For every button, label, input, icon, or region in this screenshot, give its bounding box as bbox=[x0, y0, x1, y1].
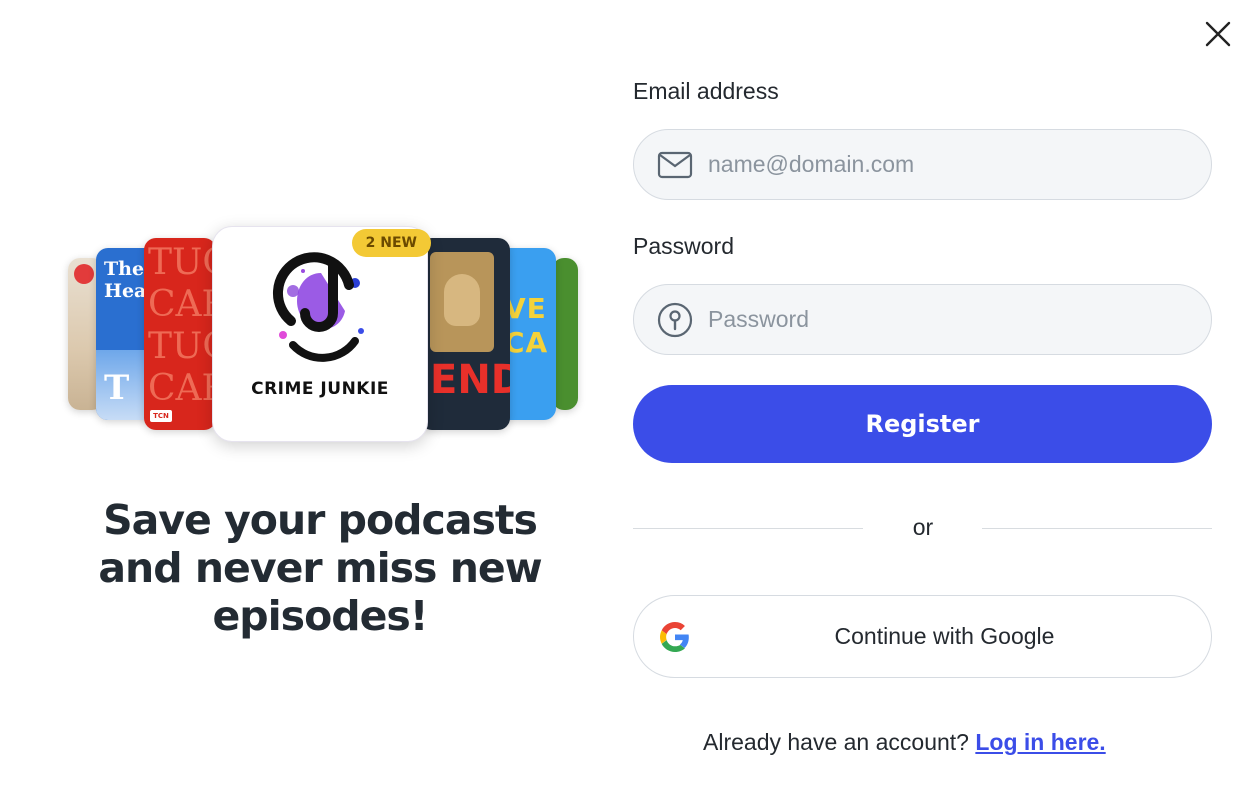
login-prompt-text: Already have an account? bbox=[703, 729, 969, 755]
crime-junkie-logo-icon bbox=[273, 252, 364, 362]
google-signin-button[interactable]: Continue with Google bbox=[633, 595, 1212, 678]
podcast-cover: TUC CAR TUC CAR TCN bbox=[144, 238, 216, 430]
mail-icon bbox=[656, 146, 694, 184]
email-label: Email address bbox=[633, 78, 779, 104]
email-field[interactable] bbox=[633, 129, 1212, 200]
podcast-cover: END bbox=[420, 238, 510, 430]
close-icon bbox=[1205, 21, 1231, 47]
cover-title: TUC CAR TUC CAR bbox=[148, 242, 216, 409]
register-button[interactable]: Register bbox=[633, 385, 1212, 463]
close-button[interactable] bbox=[1198, 14, 1238, 54]
podcast-covers: The Hea T TUC CAR TUC CAR TCN VE CA END bbox=[60, 222, 590, 447]
cover-title: VE CA bbox=[504, 292, 549, 359]
new-episodes-badge: 2 NEW bbox=[351, 229, 431, 257]
google-signin-label: Continue with Google bbox=[834, 623, 1055, 649]
divider-text: or bbox=[912, 514, 934, 540]
promo-headline: Save your podcasts and never miss new ep… bbox=[98, 496, 542, 640]
spotify-icon bbox=[74, 264, 94, 284]
nyt-logo-icon: T bbox=[104, 368, 130, 408]
login-prompt-row: Already have an account? Log in here. bbox=[703, 729, 1106, 756]
featured-podcast-cover: 2 NEW CRIME JUNKIE bbox=[212, 226, 431, 442]
login-link[interactable]: Log in here. bbox=[975, 729, 1105, 755]
password-field[interactable] bbox=[633, 284, 1212, 355]
lock-icon bbox=[656, 301, 694, 339]
portrait-image bbox=[430, 252, 494, 352]
password-label: Password bbox=[633, 233, 734, 259]
promo-panel: The Hea T TUC CAR TUC CAR TCN VE CA END bbox=[0, 0, 620, 792]
cover-title: END bbox=[430, 357, 510, 403]
tcn-logo-icon: TCN bbox=[150, 410, 172, 422]
password-input[interactable] bbox=[708, 306, 1168, 333]
divider-line bbox=[633, 528, 863, 529]
featured-podcast-title: CRIME JUNKIE bbox=[251, 379, 389, 399]
email-input[interactable] bbox=[708, 151, 1168, 178]
divider-line bbox=[982, 528, 1212, 529]
